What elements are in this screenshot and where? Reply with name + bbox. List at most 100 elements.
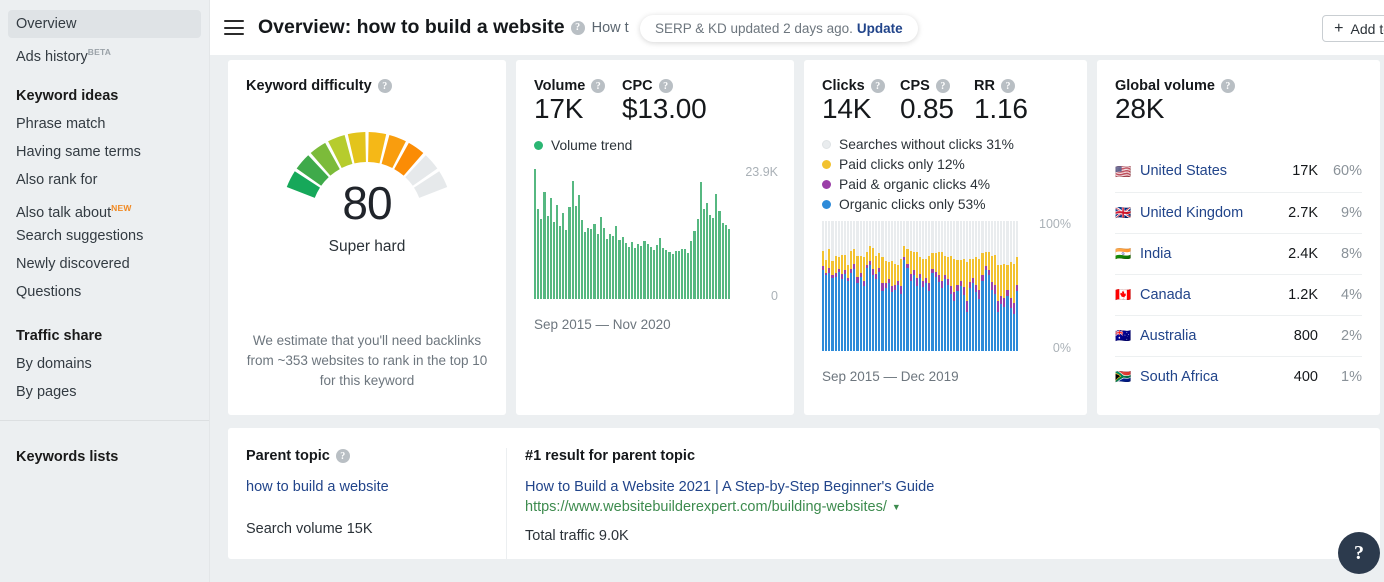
- clicks-bar-segment: [1000, 296, 1002, 304]
- sidebar-item-also-rank-for[interactable]: Also rank for: [0, 166, 209, 194]
- clicks-bar-segment: [860, 221, 862, 256]
- sidebar-item-having-same-terms[interactable]: Having same terms: [0, 138, 209, 166]
- clicks-bar-segment: [956, 260, 958, 285]
- volume-bar: [647, 244, 649, 299]
- serp-update-button[interactable]: Update: [857, 21, 903, 36]
- top-result-title: #1 result for parent topic: [525, 448, 1362, 464]
- clicks-bar-segment: [853, 269, 855, 351]
- clicks-bar-segment: [831, 261, 833, 275]
- clicks-stacked-bar: [910, 221, 912, 351]
- ahrefs-keywords-explorer-overview: OverviewAds historyBETA Keyword ideas Ph…: [0, 0, 1384, 582]
- clicks-stacked-bar: [938, 221, 940, 351]
- clicks-bar-segment: [913, 221, 915, 252]
- volume-bar: [581, 220, 583, 298]
- cps-value: 0.85: [900, 94, 974, 125]
- chevron-down-icon[interactable]: ▼: [892, 502, 901, 512]
- rr-help-icon[interactable]: ?: [1001, 79, 1015, 93]
- country-name-link[interactable]: United States: [1140, 163, 1292, 179]
- clicks-bar-segment: [978, 221, 980, 259]
- volume-bar: [550, 198, 552, 299]
- help-fab-button[interactable]: ?: [1338, 532, 1380, 574]
- clicks-bar-segment: [1000, 221, 1002, 265]
- clicks-bar-segment: [922, 287, 924, 351]
- hamburger-menu-icon[interactable]: [224, 20, 244, 35]
- clicks-bar-segment: [856, 221, 858, 256]
- volume-metric: Volume ? 17K: [534, 78, 622, 125]
- clicks-bar-segment: [913, 252, 915, 270]
- clicks-legend: Searches without clicks 31%Paid clicks o…: [822, 137, 1071, 212]
- country-name-link[interactable]: South Africa: [1140, 369, 1294, 385]
- sidebar-item-search-suggestions[interactable]: Search suggestions: [0, 222, 209, 250]
- clicks-bar-segment: [1016, 257, 1018, 284]
- clicks-stacked-bar: [822, 221, 824, 351]
- clicks-bar-segment: [1006, 265, 1008, 290]
- clicks-stacked-bar: [841, 221, 843, 351]
- help-circle-icon[interactable]: ?: [571, 21, 585, 35]
- table-row: 🇦🇺Australia8002%: [1115, 315, 1362, 356]
- country-name-link[interactable]: Canada: [1140, 287, 1288, 303]
- sidebar-item-label: Ads history: [16, 49, 88, 65]
- clicks-bar-segment: [1010, 221, 1012, 263]
- keyword-difficulty-gauge: 80 Super hard: [228, 110, 506, 238]
- clicks-bar-segment: [981, 221, 983, 254]
- keyword-difficulty-help-icon[interactable]: ?: [378, 79, 392, 93]
- volume-bar: [547, 216, 549, 299]
- clicks-stacked-bar: [953, 221, 955, 351]
- volume-bar: [718, 211, 720, 299]
- clicks-bar-segment: [916, 286, 918, 351]
- sidebar-item-phrase-match[interactable]: Phrase match: [0, 110, 209, 138]
- clicks-stacked-bar: [935, 221, 937, 351]
- clicks-bar-segment: [885, 221, 887, 261]
- sidebar-item-by-domains[interactable]: By domains: [0, 350, 209, 378]
- sidebar-item-by-pages[interactable]: By pages: [0, 378, 209, 406]
- sidebar-item-questions[interactable]: Questions: [0, 278, 209, 306]
- volume-bar: [537, 209, 539, 299]
- clicks-bar-segment: [997, 312, 999, 351]
- top-result-page-title[interactable]: How to Build a Website 2021 | A Step-by-…: [525, 479, 1362, 495]
- country-name-link[interactable]: United Kingdom: [1140, 205, 1288, 221]
- clicks-bar-segment: [944, 256, 946, 276]
- clicks-bar-segment: [1000, 304, 1002, 351]
- global-volume-help-icon[interactable]: ?: [1221, 79, 1235, 93]
- sidebar-item-overview[interactable]: Overview: [8, 10, 201, 38]
- parent-topic-keyword[interactable]: how to build a website: [246, 479, 488, 495]
- volume-help-icon[interactable]: ?: [591, 79, 605, 93]
- add-to-button[interactable]: + Add to: [1322, 15, 1384, 42]
- cpc-help-icon[interactable]: ?: [659, 79, 673, 93]
- clicks-metrics-row: Clicks ? 14K CPS ? 0.85: [822, 78, 1071, 125]
- sidebar-item-also-talk-about[interactable]: Also talk aboutNEW: [0, 194, 209, 222]
- add-to-label: Add to: [1351, 21, 1384, 37]
- how-to-link[interactable]: How t: [592, 20, 629, 36]
- clicks-stacked-bar: [888, 221, 890, 351]
- volume-bar: [568, 207, 570, 299]
- clicks-bar-segment: [928, 283, 930, 291]
- country-name-link[interactable]: Australia: [1140, 328, 1294, 344]
- clicks-bar-segment: [956, 291, 958, 351]
- sidebar-item-label: By pages: [16, 384, 76, 400]
- clicks-stacked-bar: [988, 221, 990, 351]
- clicks-bar-segment: [822, 221, 824, 251]
- clicks-bar-segment: [891, 292, 893, 351]
- volume-bar: [728, 229, 730, 299]
- volume-trend-chart: 23.9K 0: [534, 169, 778, 299]
- sidebar-item-ads-history[interactable]: Ads historyBETA: [0, 38, 209, 66]
- clicks-bar-segment: [838, 272, 840, 351]
- sidebar-item-newly-discovered[interactable]: Newly discovered: [0, 250, 209, 278]
- volume-bar: [606, 239, 608, 299]
- flag-icon: 🇮🇳: [1115, 247, 1131, 260]
- cps-help-icon[interactable]: ?: [936, 79, 950, 93]
- volume-bar: [700, 182, 702, 298]
- top-result-url-row[interactable]: https://www.websitebuilderexpert.com/bui…: [525, 499, 1362, 515]
- volume-bar: [637, 244, 639, 298]
- clicks-bar-segment: [963, 259, 965, 288]
- clicks-bar-segment: [844, 255, 846, 271]
- clicks-stacked-bar: [900, 221, 902, 351]
- volume-bar: [543, 192, 545, 299]
- clicks-help-icon[interactable]: ?: [871, 79, 885, 93]
- clicks-axis-min: 0%: [1053, 341, 1071, 355]
- clicks-bar-segment: [938, 252, 940, 275]
- country-name-link[interactable]: India: [1140, 246, 1288, 262]
- sidebar-item-label: Questions: [16, 284, 81, 300]
- parent-topic-help-icon[interactable]: ?: [336, 449, 350, 463]
- flag-icon: 🇨🇦: [1115, 288, 1131, 301]
